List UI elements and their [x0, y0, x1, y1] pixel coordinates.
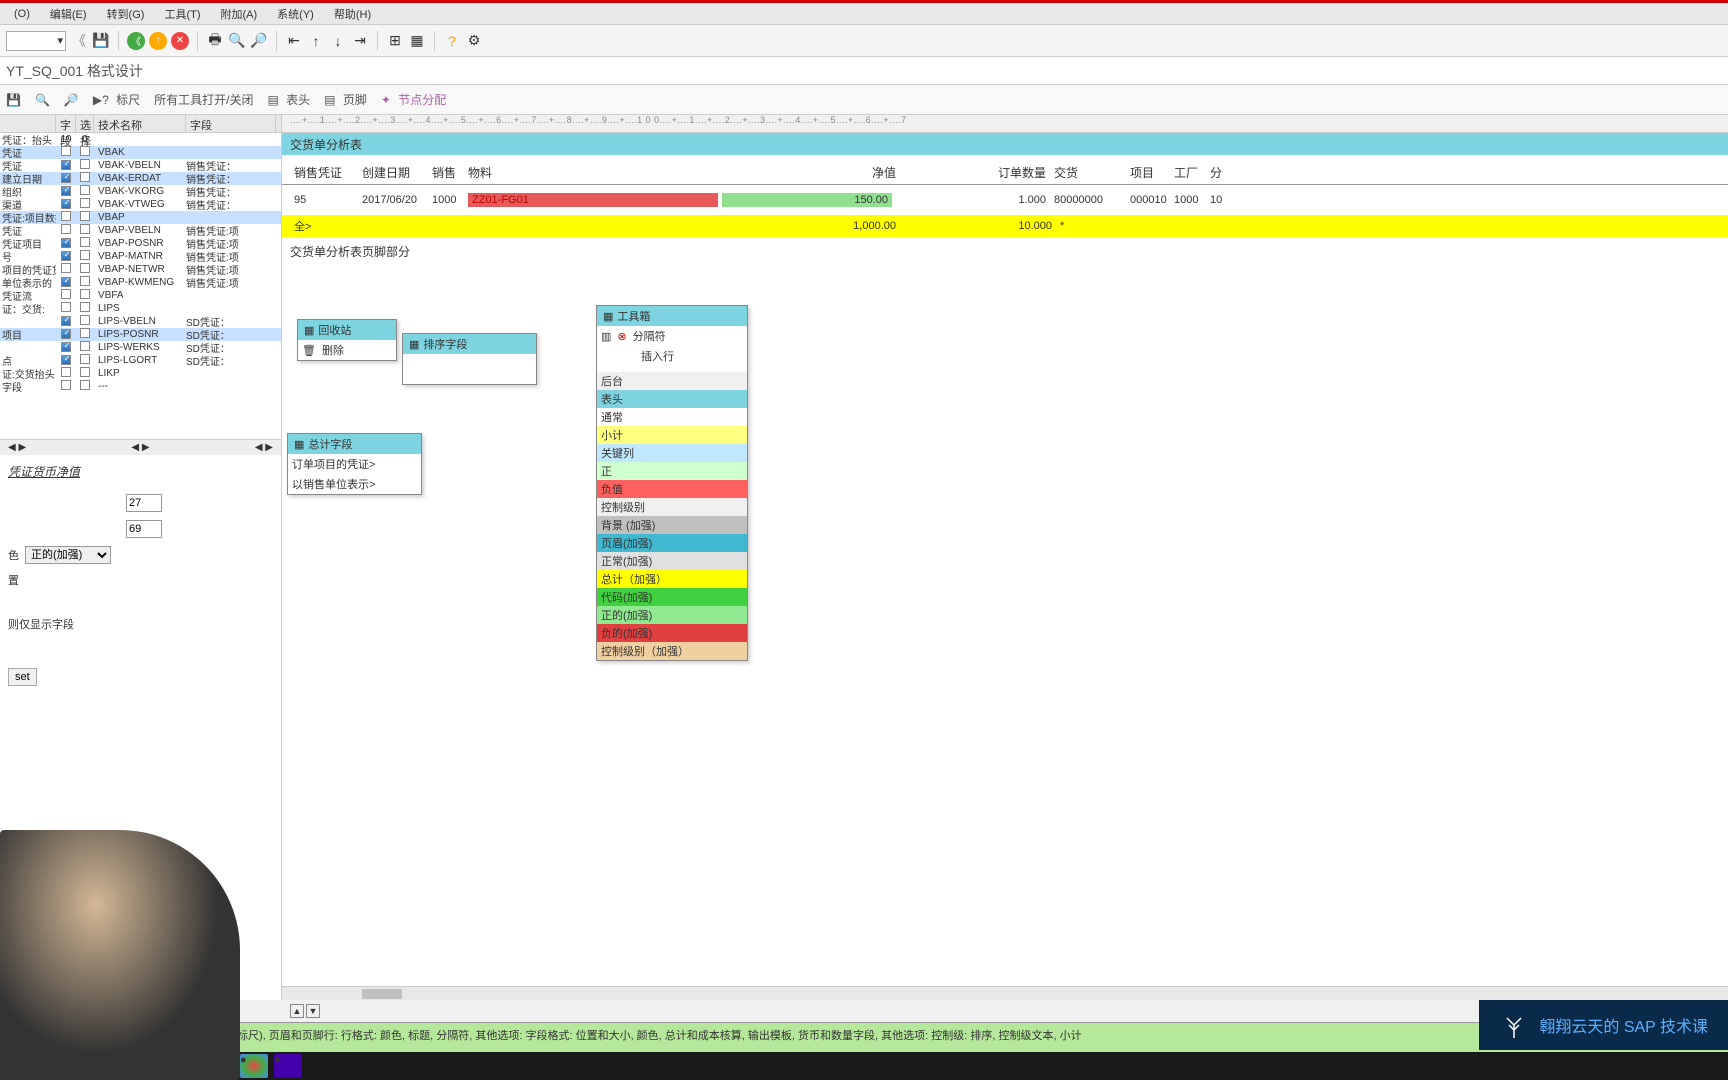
- set-button[interactable]: set: [8, 668, 37, 686]
- color-swatch[interactable]: 表头: [597, 390, 747, 408]
- command-field[interactable]: ▾: [6, 31, 66, 51]
- pos-input-2[interactable]: [126, 520, 162, 538]
- color-swatch[interactable]: 正常(加强): [597, 552, 747, 570]
- eclipse-icon[interactable]: ●: [274, 1054, 302, 1078]
- total-panel[interactable]: ▦总计字段 订单项目的凭证> 以销售单位表示>: [287, 433, 422, 495]
- report-title[interactable]: 交货单分析表: [282, 133, 1728, 155]
- panel-icon: ▦: [304, 324, 314, 337]
- ruler: ....+....1....+....2....+....3....+....4…: [282, 115, 1728, 133]
- display-option: 则仅显示字段: [8, 616, 273, 632]
- main-toolbar: ▾ 《 💾 《 ↑ ✕ 🖶 🔍 🔎 ⇤ ↑ ↓ ⇥ ⊞ ▦ ? ⚙: [0, 25, 1728, 57]
- color-swatch[interactable]: 通常: [597, 408, 747, 426]
- layout-canvas: ....+....1....+....2....+....3....+....4…: [282, 115, 1728, 1000]
- find-button[interactable]: 🔍: [35, 93, 50, 107]
- page-up-icon[interactable]: ↑: [307, 32, 325, 50]
- page-last-icon[interactable]: ⇥: [351, 32, 369, 50]
- color-swatch[interactable]: 关键列: [597, 444, 747, 462]
- list-scroll[interactable]: ◀ ▶◀ ▶◀ ▶: [0, 439, 281, 455]
- tree-icon: [1499, 1010, 1529, 1040]
- pos-input-1[interactable]: [126, 494, 162, 512]
- delete-item[interactable]: 🗑删除: [298, 340, 396, 360]
- report-header[interactable]: 销售凭证 创建日期 销售 物料 净值 订单数量 交货 项目 工厂 分: [282, 161, 1728, 185]
- color-swatch[interactable]: 负值: [597, 480, 747, 498]
- nav-up-icon[interactable]: ▲: [290, 1004, 304, 1018]
- page-title: YT_SQ_001 格式设计: [0, 57, 1728, 85]
- webcam-overlay: [0, 830, 240, 1080]
- nav-down-icon[interactable]: ▼: [306, 1004, 320, 1018]
- save-button[interactable]: 💾: [6, 93, 21, 107]
- color-swatch[interactable]: 背景 (加强): [597, 516, 747, 534]
- app-toolbar: 💾 🔍 🔎 ▶? 标尺 所有工具打开/关闭 ▤ 表头 ▤ 页脚 ✦ 节点分配: [0, 85, 1728, 115]
- color-swatch[interactable]: 代码(加强): [597, 588, 747, 606]
- help-bar: 帮助主题： 选择字段: 清单显示选项: 清单宽度 (标尺), 页眉和页脚行: 行…: [0, 1022, 1728, 1052]
- h-scrollbar[interactable]: [282, 986, 1728, 1000]
- find-icon[interactable]: 🔍: [228, 32, 246, 50]
- find-next-button[interactable]: 🔎: [64, 93, 79, 107]
- footer-button[interactable]: ▤ 页脚: [324, 91, 367, 108]
- color-swatch[interactable]: 总计（加强）: [597, 570, 747, 588]
- field-row[interactable]: 字段---: [0, 380, 281, 393]
- separator-item[interactable]: ▥⊗分隔符: [597, 326, 747, 346]
- settings-icon[interactable]: ⚙: [465, 32, 483, 50]
- menu-system[interactable]: 系统(Y): [267, 3, 324, 25]
- color-swatch[interactable]: 小计: [597, 426, 747, 444]
- trash-icon: 🗑: [302, 344, 316, 357]
- cancel-icon[interactable]: ✕: [171, 32, 189, 50]
- watermark: 翱翔云天的 SAP 技术课: [1479, 1000, 1728, 1050]
- insert-row-item[interactable]: 插入行: [597, 346, 747, 366]
- toolbox-panel[interactable]: ▦工具箱 ▥⊗分隔符 插入行 后台表头通常小计关键列正负值控制级别背景 (加强)…: [596, 305, 748, 661]
- color-swatch[interactable]: 正: [597, 462, 747, 480]
- close-icon: ⊗: [617, 330, 626, 343]
- help-icon[interactable]: ?: [443, 32, 461, 50]
- recycle-panel[interactable]: ▦回收站 🗑删除: [297, 319, 397, 361]
- save-icon[interactable]: 💾: [92, 32, 110, 50]
- color-select[interactable]: 正的(加强): [25, 546, 111, 564]
- menu-o[interactable]: (O): [4, 5, 40, 23]
- menu-edit[interactable]: 编辑(E): [40, 3, 97, 25]
- new-session-icon[interactable]: ⊞: [386, 32, 404, 50]
- tools-toggle[interactable]: 所有工具打开/关闭: [154, 91, 253, 108]
- panel-icon: ▦: [603, 310, 613, 323]
- color-swatch[interactable]: 负的(加强): [597, 624, 747, 642]
- find-next-icon[interactable]: 🔎: [250, 32, 268, 50]
- header-button[interactable]: ▤ 表头: [267, 91, 310, 108]
- ruler-toggle[interactable]: ▶? 标尺: [93, 91, 140, 108]
- property-title: 凭证货币净值: [8, 463, 273, 480]
- total-item-2[interactable]: 以销售单位表示>: [288, 474, 421, 494]
- back-btn-icon[interactable]: 《: [127, 32, 145, 50]
- report-data-row[interactable]: 95 2017/06/20 1000 ZZ01-FG01 150.00 1.00…: [282, 189, 1728, 211]
- panel-icon: ▦: [294, 438, 304, 451]
- report-footer[interactable]: 交货单分析表页脚部分: [282, 237, 1728, 266]
- page-first-icon[interactable]: ⇤: [285, 32, 303, 50]
- shortcut-icon[interactable]: ▦: [408, 32, 426, 50]
- nav-arrows[interactable]: ▲ ▼: [290, 1004, 320, 1018]
- color-swatch[interactable]: 控制级别（加强）: [597, 642, 747, 660]
- menubar: (O) 编辑(E) 转到(G) 工具(T) 附加(A) 系统(Y) 帮助(H): [0, 3, 1728, 25]
- page-down-icon[interactable]: ↓: [329, 32, 347, 50]
- field-list-body[interactable]: 凭证：抬头100凭证VBAK凭证VBAK-VBELN销售凭证：建立日期VBAK-…: [0, 133, 281, 393]
- chrome-icon[interactable]: ●: [240, 1054, 268, 1078]
- color-swatch[interactable]: 后台: [597, 372, 747, 390]
- report-total-row[interactable]: 全> 1,000.00 10.000 *: [282, 215, 1728, 237]
- print-icon[interactable]: 🖶: [206, 32, 224, 50]
- color-swatch[interactable]: 控制级别: [597, 498, 747, 516]
- sort-panel[interactable]: ▦排序字段: [402, 333, 537, 385]
- total-item-1[interactable]: 订单项目的凭证>: [288, 454, 421, 474]
- menu-goto[interactable]: 转到(G): [97, 3, 155, 25]
- panel-icon: ▦: [409, 338, 419, 351]
- sep-icon: ▥: [601, 330, 611, 343]
- nodes-button[interactable]: ✦ 节点分配: [381, 91, 446, 108]
- menu-help[interactable]: 帮助(H): [324, 3, 381, 25]
- exit-icon[interactable]: ↑: [149, 32, 167, 50]
- position-label: 置: [8, 572, 273, 588]
- back-icon[interactable]: 《: [70, 32, 88, 50]
- menu-extras[interactable]: 附加(A): [211, 3, 268, 25]
- field-list-header: 字段 选择 技术名称 字段: [0, 115, 281, 133]
- color-swatch[interactable]: 页眉(加强): [597, 534, 747, 552]
- windows-taskbar[interactable]: ● ●: [0, 1052, 1728, 1080]
- menu-tools[interactable]: 工具(T): [154, 3, 210, 25]
- color-swatch[interactable]: 正的(加强): [597, 606, 747, 624]
